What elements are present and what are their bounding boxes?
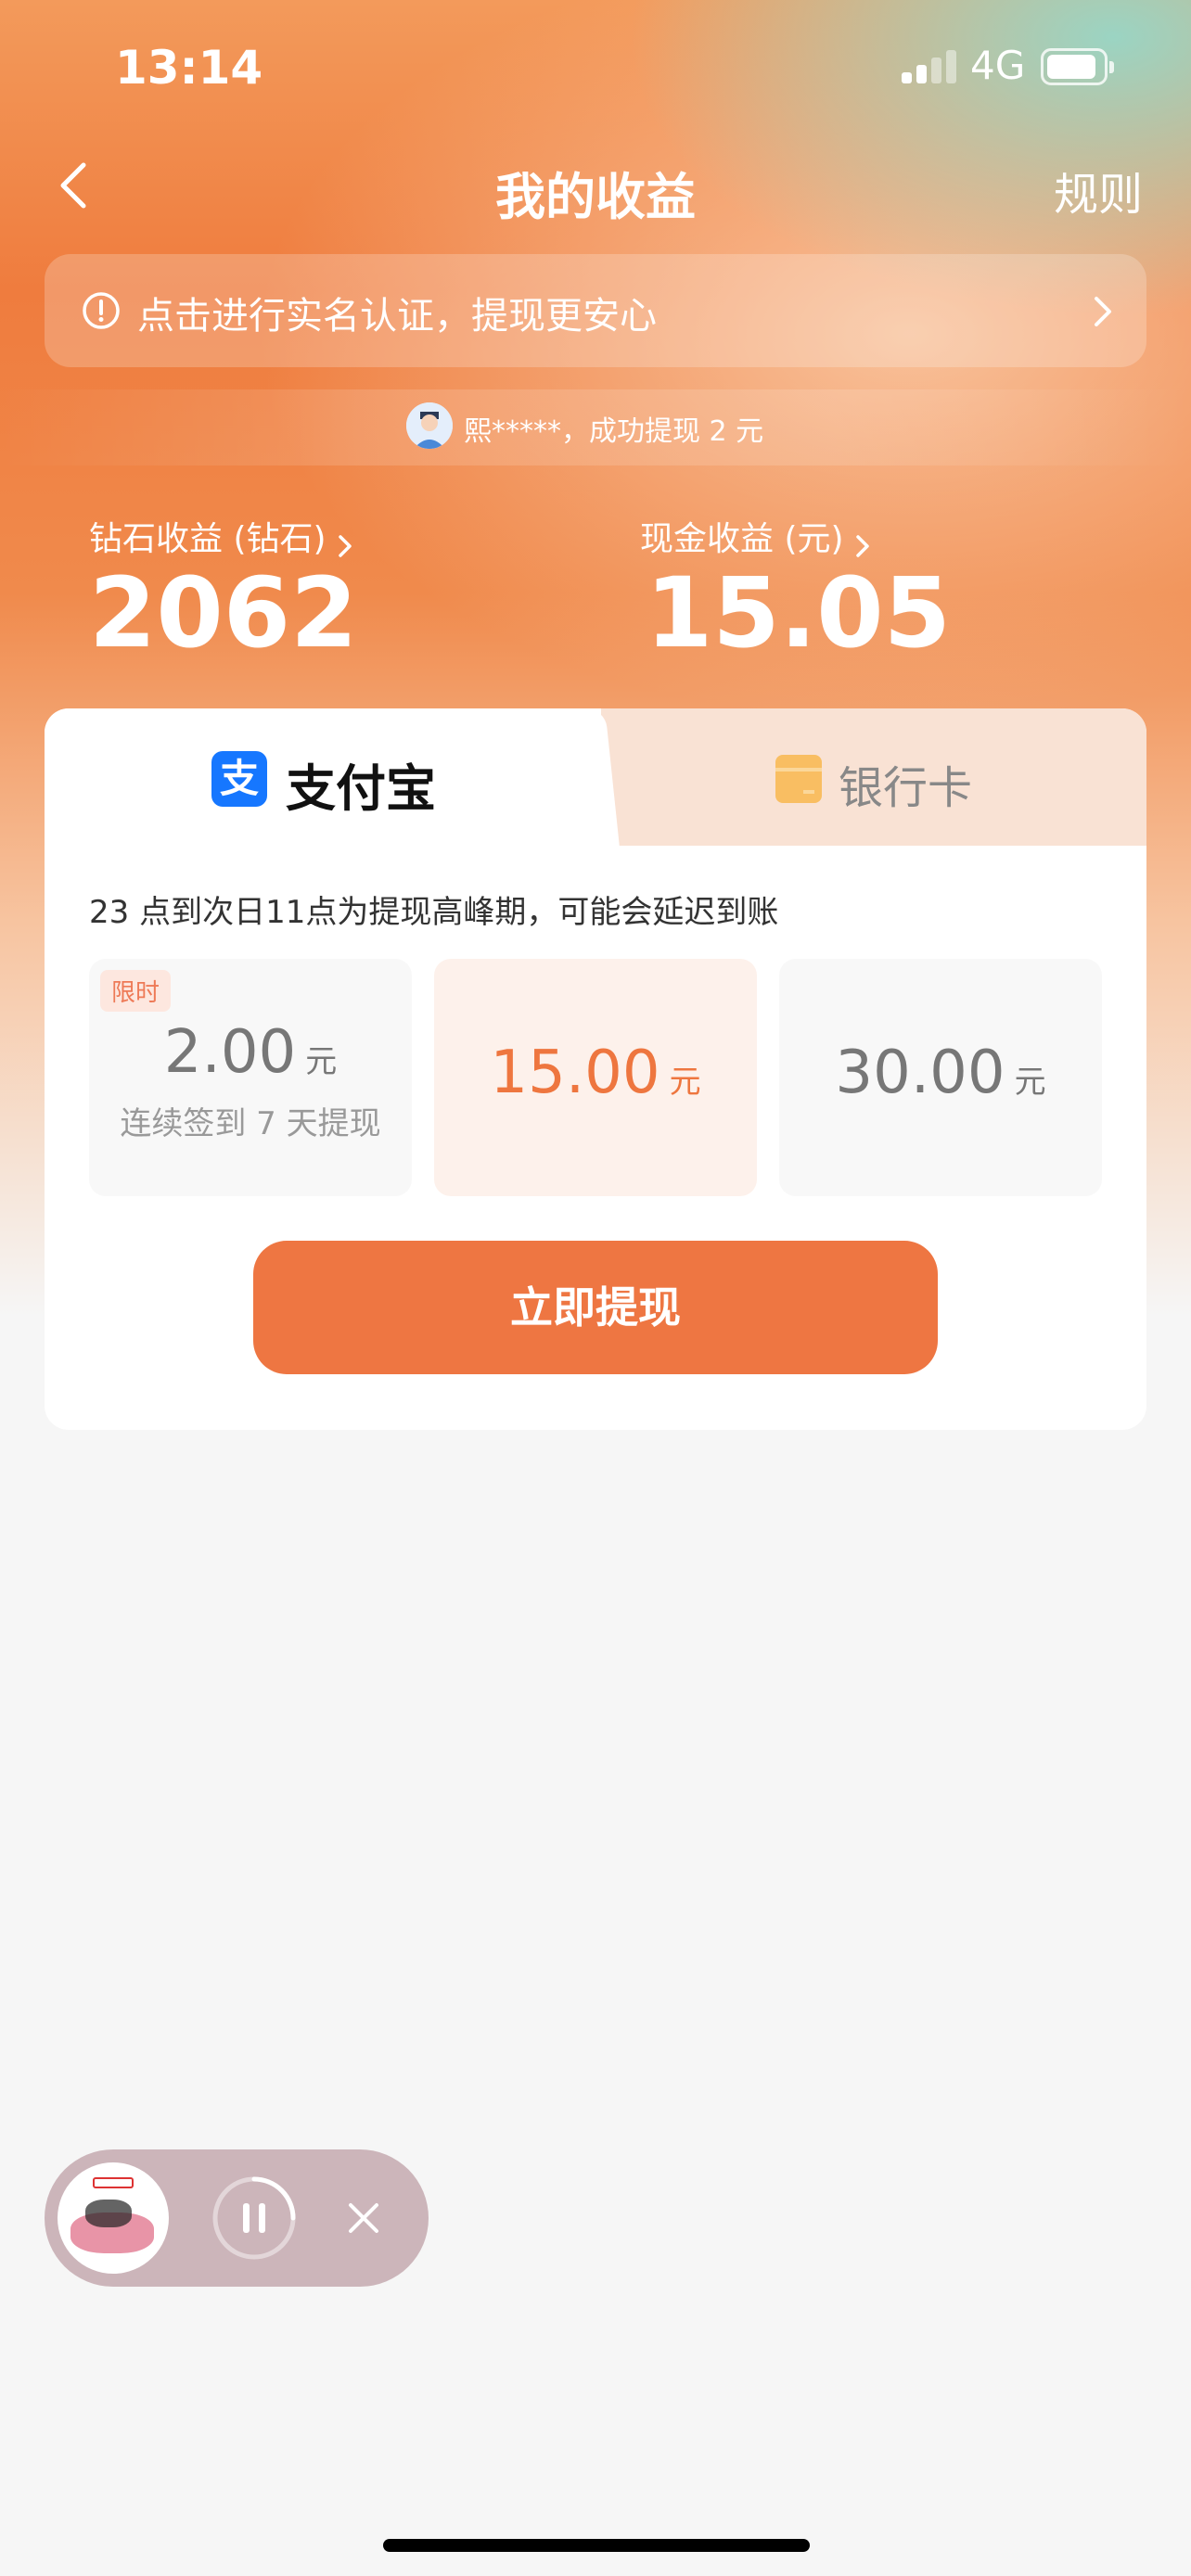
amount-condition: 连续签到 7 天提现: [120, 1105, 381, 1142]
amount-option-30[interactable]: 30.00 元: [779, 959, 1102, 1196]
signal-icon: [902, 50, 957, 83]
avatar: [406, 402, 453, 449]
close-icon[interactable]: [343, 2198, 384, 2238]
diamond-earnings-value: 2062: [89, 556, 358, 670]
rules-link[interactable]: 规则: [1054, 158, 1143, 223]
alipay-icon: 支: [211, 751, 267, 807]
amount-option-15[interactable]: 15.00 元: [434, 959, 757, 1196]
cash-earnings-value: 15.05: [646, 556, 951, 670]
amount-value: 30.00 元: [835, 1039, 1046, 1107]
alert-icon: [82, 291, 121, 330]
page-title: 我的收益: [495, 168, 696, 226]
tab-alipay-label[interactable]: 支付宝: [286, 747, 436, 821]
diamond-earnings-label: 钻石收益 (钻石): [89, 520, 327, 558]
status-time: 13:14: [115, 41, 263, 95]
withdraw-now-button[interactable]: 立即提现: [253, 1241, 938, 1374]
withdraw-ticker: 熙*****，成功提现 2 元: [0, 389, 1191, 465]
battery-icon: [1041, 48, 1114, 85]
chevron-right-icon: [1093, 295, 1113, 328]
album-cover[interactable]: [58, 2162, 169, 2274]
cash-earnings-label: 现金收益 (元): [640, 520, 844, 558]
home-indicator[interactable]: [383, 2539, 810, 2552]
limited-time-badge: 限时: [100, 970, 172, 1012]
tab-bank-card-label[interactable]: 银行卡: [839, 751, 972, 816]
withdraw-card: 支 支付宝 银行卡 23 点到次日11点为提现高峰期，可能会延迟到账 限时 2.…: [45, 708, 1146, 1430]
amount-value: 15.00 元: [490, 1039, 701, 1107]
pause-icon[interactable]: [210, 2174, 299, 2263]
network-type: 4G: [970, 43, 1026, 88]
amount-option-2[interactable]: 限时 2.00 元 连续签到 7 天提现: [89, 959, 412, 1196]
cash-earnings-link[interactable]: 现金收益 (元): [640, 512, 870, 560]
verify-banner-text: 点击进行实名认证，提现更安心: [137, 295, 657, 338]
chevron-right-icon: [855, 529, 870, 557]
verify-banner[interactable]: 点击进行实名认证，提现更安心: [45, 254, 1146, 367]
diamond-earnings-link[interactable]: 钻石收益 (钻石): [89, 512, 352, 560]
bank-card-icon: [775, 755, 822, 803]
withdraw-notice: 23 点到次日11点为提现高峰期，可能会延迟到账: [89, 894, 779, 931]
floating-player[interactable]: [45, 2149, 429, 2287]
amount-value: 2.00 元: [163, 1018, 338, 1087]
chevron-right-icon: [338, 529, 352, 557]
ticker-text: 熙*****，成功提现 2 元: [464, 415, 764, 448]
